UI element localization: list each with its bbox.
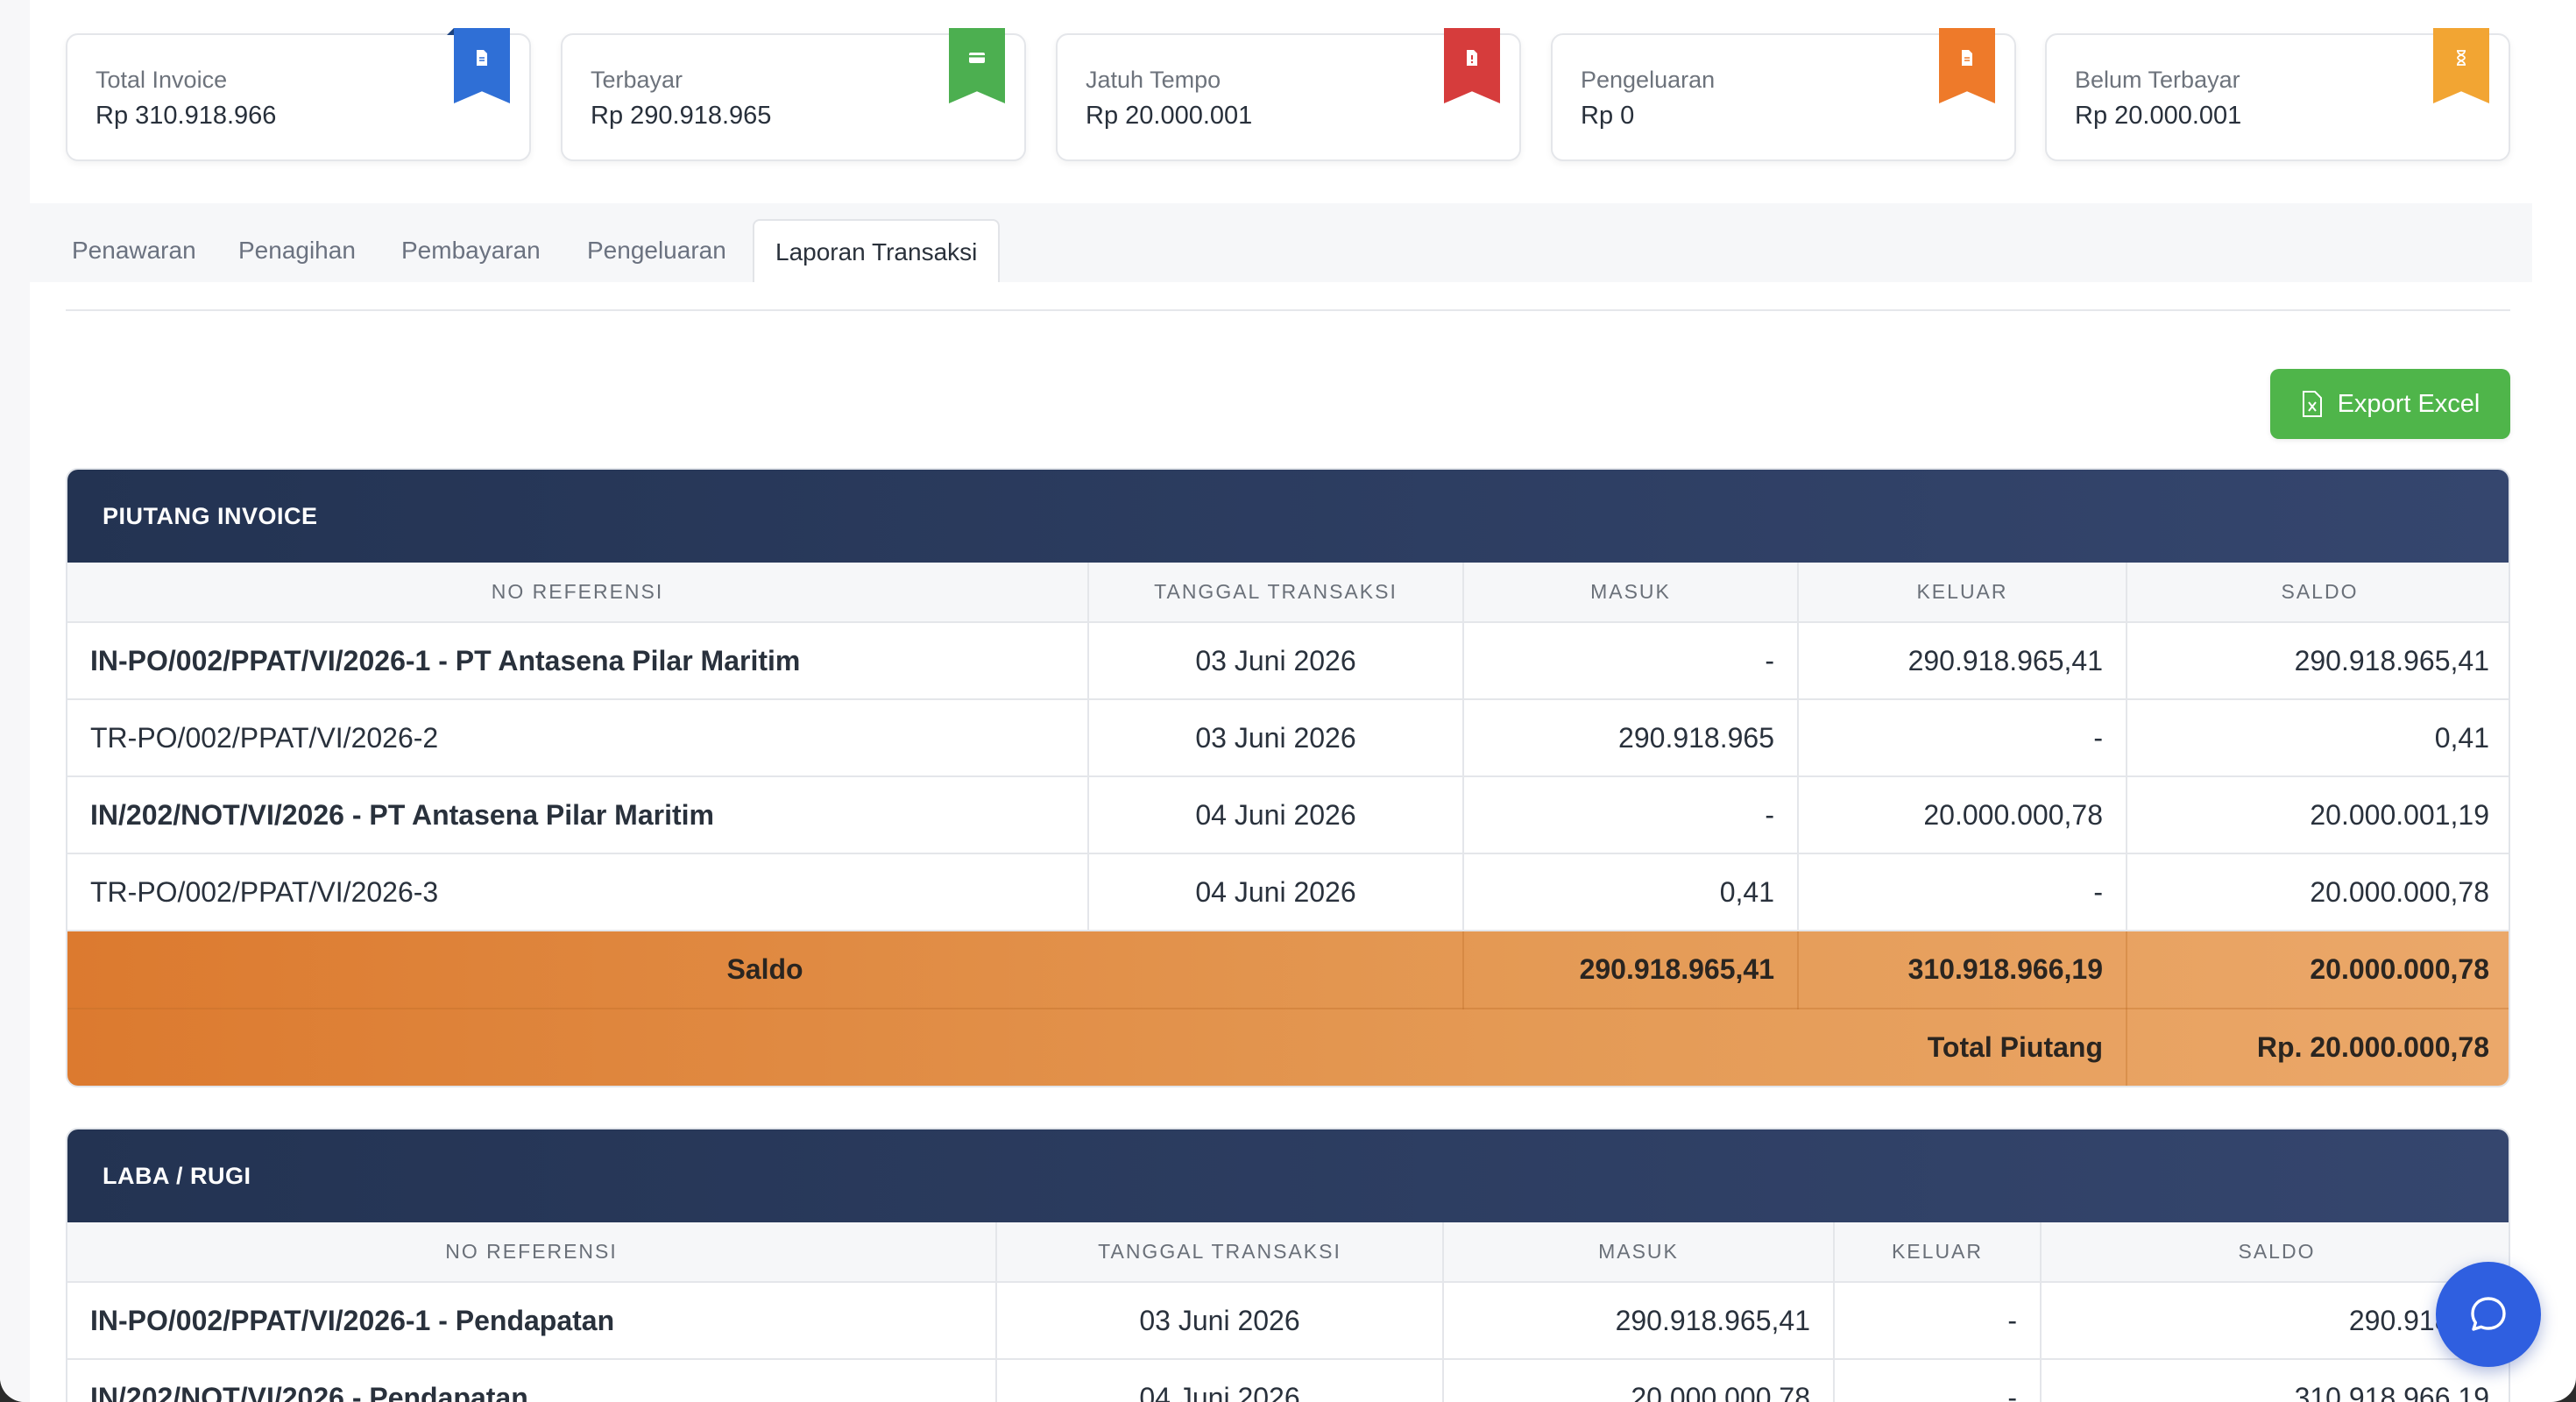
keluar-cell: -: [1834, 1282, 2042, 1360]
date-cell: 03 Juni 2026: [1088, 699, 1464, 777]
card-value: Rp 290.918.965: [591, 102, 772, 130]
keluar-cell: -: [1798, 853, 2127, 931]
column-header: KELUAR: [1798, 563, 2127, 623]
column-header: MASUK: [1463, 563, 1799, 623]
laba-rugi-panel: LABA / RUGI NO REFERENSI TANGGAL TRANSAK…: [66, 1128, 2510, 1402]
masuk-cell: 20.000.000,78: [1443, 1359, 1835, 1402]
saldo-cell: 20.000.000,78: [2127, 853, 2509, 931]
card-belum-terbayar: Belum Terbayar Rp 20.000.001: [2045, 28, 2510, 161]
reference-cell: IN/202/NOT/VI/2026 - PT Antasena Pilar M…: [67, 776, 1089, 854]
panel-title: LABA / RUGI: [67, 1129, 2509, 1222]
table-row: IN-PO/002/PPAT/VI/2026-1 - PT Antasena P…: [67, 622, 2509, 700]
masuk-cell: -: [1463, 776, 1799, 854]
column-header: SALDO: [2041, 1222, 2509, 1283]
date-cell: 03 Juni 2026: [996, 1282, 1444, 1360]
keluar-cell: 20.000.000,78: [1798, 776, 2127, 854]
chat-button[interactable]: [2436, 1262, 2541, 1367]
total-piutang-value: Rp. 20.000.000,78: [2256, 1031, 2489, 1063]
card-label: Belum Terbayar: [2075, 67, 2240, 93]
masuk-cell: -: [1463, 622, 1799, 700]
reference-cell: IN-PO/002/PPAT/VI/2026-1 - Pendapatan: [67, 1282, 997, 1360]
excel-file-icon: [2302, 391, 2322, 417]
keluar-cell: 290.918.965,41: [1798, 622, 2127, 700]
laba-rugi-table: NO REFERENSI TANGGAL TRANSAKSI MASUK KEL…: [67, 1222, 2509, 1402]
column-header: NO REFERENSI: [67, 1222, 997, 1283]
reference-cell: TR-PO/002/PPAT/VI/2026-2: [67, 699, 1089, 777]
card-value: Rp 20.000.001: [1086, 102, 1253, 130]
masuk-cell: 0,41: [1463, 853, 1799, 931]
saldo-cell: 0,41: [2127, 699, 2509, 777]
saldo-cell: 310.918.966,19: [2041, 1359, 2509, 1402]
saldo-cell: 20.000.001,19: [2127, 776, 2509, 854]
column-header: MASUK: [1443, 1222, 1835, 1283]
table-row: TR-PO/002/PPAT/VI/2026-3 04 Juni 2026 0,…: [67, 853, 2509, 931]
tab-penawaran[interactable]: Penawaran: [51, 219, 217, 282]
column-header: NO REFERENSI: [67, 563, 1089, 623]
tab-pengeluaran[interactable]: Pengeluaran: [566, 219, 747, 282]
date-cell: 04 Juni 2026: [996, 1359, 1444, 1402]
keluar-cell: -: [1798, 699, 2127, 777]
saldo-label: Saldo: [67, 931, 1464, 1009]
total-piutang-label: Total Piutang: [67, 1009, 2127, 1086]
date-cell: 03 Juni 2026: [1088, 622, 1464, 700]
card-value: Rp 20.000.001: [2075, 102, 2242, 130]
table-row: TR-PO/002/PPAT/VI/2026-2 03 Juni 2026 29…: [67, 699, 2509, 777]
card-jatuh-tempo: Jatuh Tempo Rp 20.000.001: [1056, 28, 1521, 161]
column-header: KELUAR: [1834, 1222, 2042, 1283]
app-window: Total Invoice Rp 310.918.966 Terbayar Rp…: [0, 0, 2576, 1402]
export-excel-button[interactable]: Export Excel: [2270, 369, 2510, 439]
file-icon: [1939, 28, 1995, 103]
table-row: IN/202/NOT/VI/2026 - PT Antasena Pilar M…: [67, 776, 2509, 854]
table-row: IN-PO/002/PPAT/VI/2026-1 - Pendapatan 03…: [67, 1282, 2509, 1360]
piutang-invoice-panel: PIUTANG INVOICE NO REFERENSI TANGGAL TRA…: [66, 468, 2510, 1087]
card-pengeluaran: Pengeluaran Rp 0: [1551, 28, 2016, 161]
total-piutang-row: Total Piutang Rp. 20.000.000,78: [67, 1009, 2509, 1086]
reference-cell: IN/202/NOT/VI/2026 - Pendapatan: [67, 1359, 997, 1402]
summary-cards: Total Invoice Rp 310.918.966 Terbayar Rp…: [66, 28, 2510, 161]
saldo-keluar: 310.918.966,19: [1798, 931, 2127, 1009]
card-terbayar: Terbayar Rp 290.918.965: [561, 28, 1026, 161]
saldo-masuk: 290.918.965,41: [1463, 931, 1799, 1009]
masuk-cell: 290.918.965: [1463, 699, 1799, 777]
card-label: Pengeluaran: [1581, 67, 1716, 93]
reference-cell: IN-PO/002/PPAT/VI/2026-1 - PT Antasena P…: [67, 622, 1089, 700]
tab-pembayaran[interactable]: Pembayaran: [380, 219, 562, 282]
chat-bubble-icon: [2471, 1297, 2506, 1331]
masuk-cell: 290.918.965,41: [1443, 1282, 1835, 1360]
keluar-cell: -: [1834, 1359, 2042, 1402]
file-icon: [454, 28, 510, 103]
summary-table: Saldo 290.918.965,41 310.918.966,19 20.0…: [67, 931, 2509, 1086]
saldo-total: 20.000.000,78: [2127, 931, 2509, 1009]
tab-laporan-transaksi[interactable]: Laporan Transaksi: [753, 219, 1001, 282]
file-alert-icon: [1444, 28, 1500, 103]
column-header: TANGGAL TRANSAKSI: [996, 1222, 1444, 1283]
column-header: TANGGAL TRANSAKSI: [1088, 563, 1464, 623]
tab-divider: [66, 309, 2510, 311]
tab-penagihan[interactable]: Penagihan: [217, 219, 377, 282]
card-value: Rp 310.918.966: [96, 102, 277, 130]
saldo-cell: 290.918.965,41: [2127, 622, 2509, 700]
card-label: Jatuh Tempo: [1086, 67, 1221, 93]
panel-title: PIUTANG INVOICE: [67, 470, 2509, 563]
date-cell: 04 Juni 2026: [1088, 776, 1464, 854]
summary-section: Saldo 290.918.965,41 310.918.966,19 20.0…: [67, 931, 2509, 1086]
hourglass-icon: [2433, 28, 2489, 103]
column-header: SALDO: [2127, 563, 2509, 623]
card-label: Terbayar: [591, 67, 683, 93]
date-cell: 04 Juni 2026: [1088, 853, 1464, 931]
credit-card-icon: [949, 28, 1005, 103]
card-label: Total Invoice: [96, 67, 228, 93]
table-row: IN/202/NOT/VI/2026 - Pendapatan 04 Juni …: [67, 1359, 2509, 1402]
left-edge: [0, 0, 30, 1402]
tab-bar: Penawaran Penagihan Pembayaran Pengeluar…: [30, 203, 2532, 282]
saldo-row: Saldo 290.918.965,41 310.918.966,19 20.0…: [67, 931, 2509, 1009]
piutang-table: NO REFERENSI TANGGAL TRANSAKSI MASUK KEL…: [67, 563, 2509, 931]
card-total-invoice: Total Invoice Rp 310.918.966: [66, 28, 531, 161]
reference-cell: TR-PO/002/PPAT/VI/2026-3: [67, 853, 1089, 931]
card-value: Rp 0: [1581, 102, 1635, 130]
export-excel-label: Export Excel: [2337, 389, 2480, 418]
